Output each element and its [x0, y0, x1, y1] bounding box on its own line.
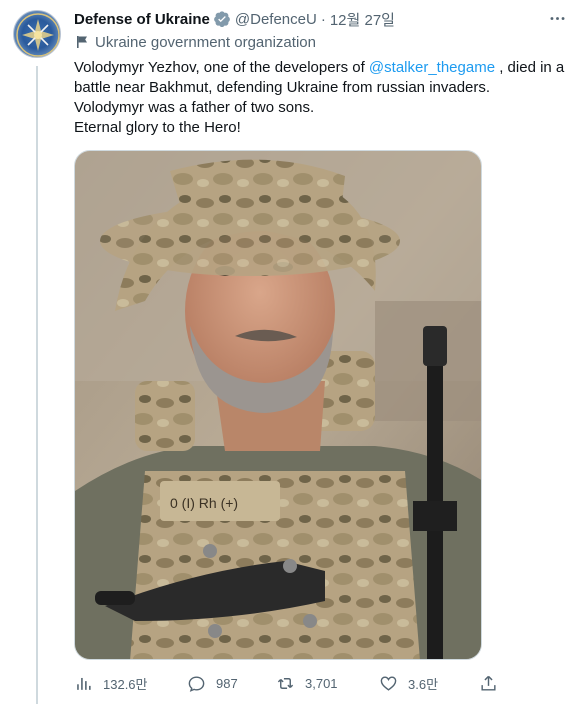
tweet-text-line-2: battle near Bakhmut, defending Ukraine f… — [74, 79, 491, 96]
flag-icon — [77, 36, 87, 48]
thread-line — [36, 66, 38, 704]
author-name[interactable]: Defense of Ukraine — [74, 11, 210, 28]
tweet-text-segment: Volodymyr Yezhov, one of the developers … — [74, 59, 369, 76]
share-button[interactable] — [479, 672, 508, 694]
action-bar: 132.6만 987 3,701 3.6만 — [74, 672, 498, 694]
tweet-text-segment: , died in a — [495, 59, 565, 76]
emblem-icon — [16, 13, 60, 57]
like-button[interactable]: 3.6만 — [379, 672, 438, 694]
separator-dot: · — [320, 10, 326, 28]
retweet-icon — [277, 677, 294, 689]
blood-type-patch: 0 (I) Rh (+) — [170, 495, 238, 511]
share-icon — [481, 675, 496, 691]
author-handle[interactable]: @DefenceU — [235, 11, 317, 28]
retweet-count: 3,701 — [305, 675, 338, 691]
tweet-text: Volodymyr Yezhov, one of the developers … — [74, 58, 574, 138]
avatar[interactable] — [13, 10, 61, 58]
more-options-button[interactable] — [545, 6, 569, 30]
more-icon — [550, 16, 564, 20]
heart-icon — [380, 675, 397, 691]
tweet-header: Defense of Ukraine @DefenceU · 12월 27일 — [74, 9, 395, 29]
like-count: 3.6만 — [408, 676, 439, 692]
tweet-text-line-3: Volodymyr was a father of two sons. — [74, 99, 315, 116]
tweet-text-line-1: Volodymyr Yezhov, one of the developers … — [74, 58, 574, 78]
affiliation-text: Ukraine government organization — [95, 33, 316, 51]
reply-button[interactable]: 987 — [187, 672, 238, 694]
tweet-date[interactable]: 12월 27일 — [330, 9, 395, 30]
verified-badge-icon — [214, 11, 230, 28]
tweet-photo[interactable]: 0 (I) Rh (+) — [74, 150, 482, 660]
tweet-text-line-4: Eternal glory to the Hero! — [74, 119, 241, 136]
views-button[interactable]: 132.6만 — [74, 672, 148, 694]
views-count: 132.6만 — [103, 676, 148, 692]
retweet-button[interactable]: 3,701 — [276, 672, 338, 694]
reply-icon — [188, 675, 205, 692]
mention-link[interactable]: @stalker_thegame — [369, 59, 495, 76]
reply-count: 987 — [216, 675, 238, 691]
soldier-photo: 0 (I) Rh (+) — [75, 151, 481, 659]
analytics-icon — [77, 677, 91, 690]
affiliation-label[interactable]: Ukraine government organization — [74, 32, 316, 52]
